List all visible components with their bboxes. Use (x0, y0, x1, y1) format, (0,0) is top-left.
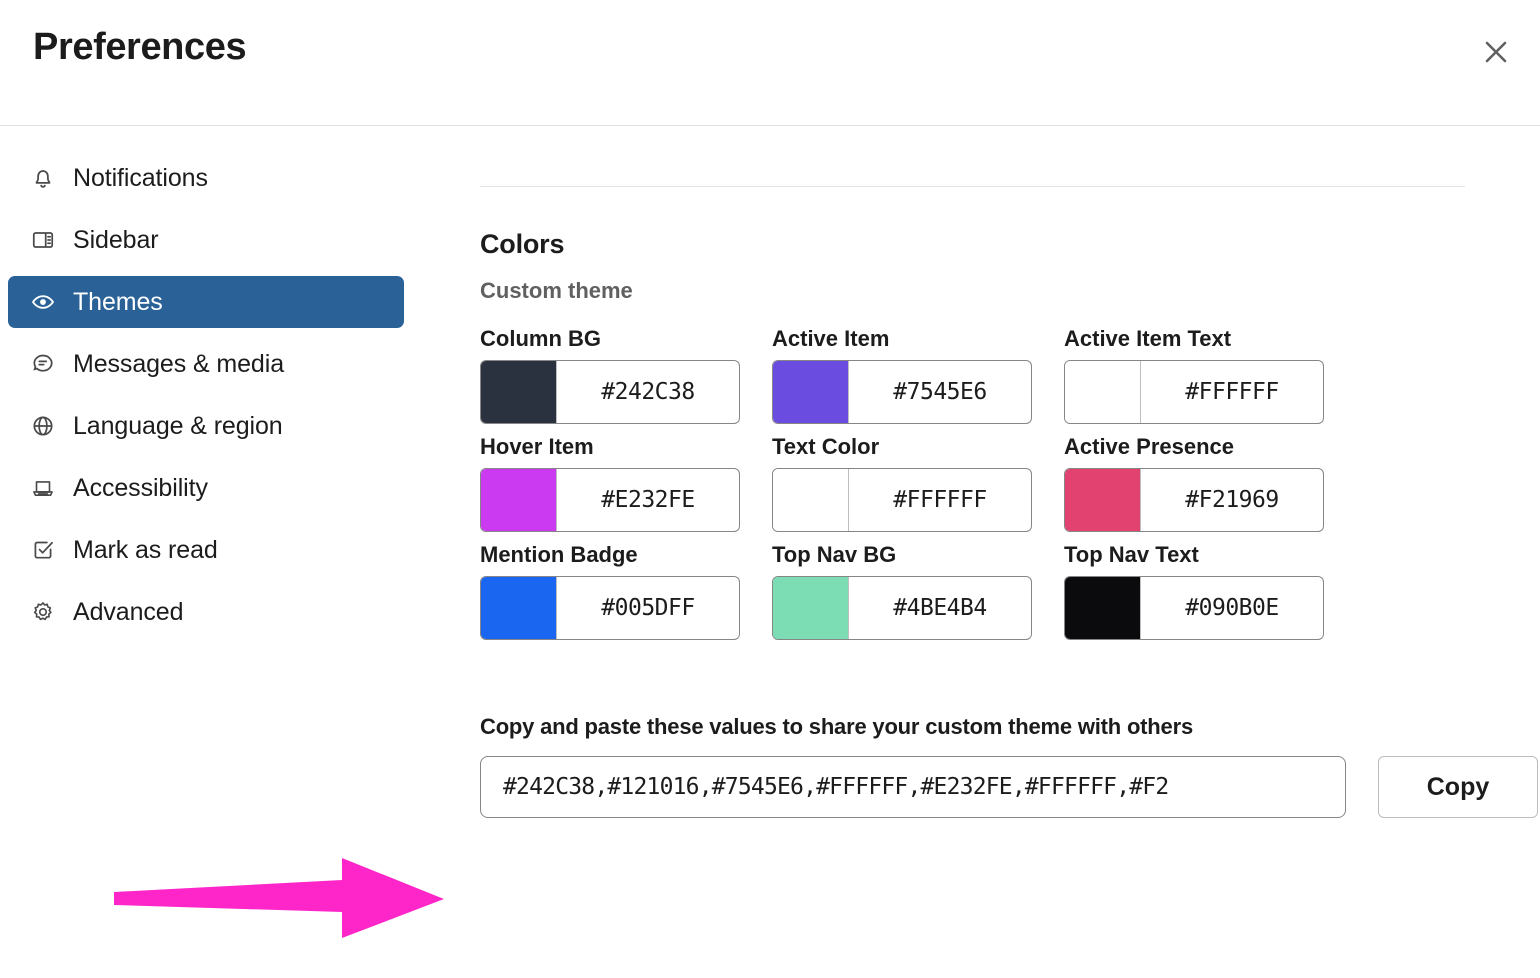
color-field-label: Hover Item (480, 434, 740, 460)
preferences-sidebar: Notifications Sidebar The (0, 126, 420, 978)
color-field-label: Active Presence (1064, 434, 1324, 460)
color-field-hover-item: Hover Item #E232FE (480, 434, 740, 532)
color-hex-value[interactable]: #242C38 (557, 361, 739, 423)
color-field-column-bg: Column BG #242C38 (480, 326, 740, 424)
color-fields-grid: Column BG #242C38 Active Item #7545E6 Ac… (480, 326, 1540, 640)
sidebar-item-sidebar[interactable]: Sidebar (8, 214, 404, 266)
page-title: Preferences (33, 26, 246, 69)
section-divider (480, 186, 1465, 187)
color-chip[interactable] (1065, 469, 1141, 531)
color-field-active-item: Active Item #7545E6 (772, 326, 1032, 424)
color-field-label: Mention Badge (480, 542, 740, 568)
color-field-label: Column BG (480, 326, 740, 352)
sidebar-item-notifications[interactable]: Notifications (8, 152, 404, 204)
copy-button[interactable]: Copy (1378, 756, 1538, 818)
sidebar-item-label: Accessibility (73, 474, 208, 503)
modal-body: Notifications Sidebar The (0, 126, 1540, 978)
sidebar-item-label: Advanced (73, 598, 183, 627)
color-hex-value[interactable]: #7545E6 (849, 361, 1031, 423)
color-hex-value[interactable]: #4BE4B4 (849, 577, 1031, 639)
color-swatch-input[interactable]: #242C38 (480, 360, 740, 424)
color-field-active-presence: Active Presence #F21969 (1064, 434, 1324, 532)
color-chip[interactable] (481, 361, 557, 423)
color-chip[interactable] (1065, 577, 1141, 639)
color-hex-value[interactable]: #005DFF (557, 577, 739, 639)
close-icon (1483, 39, 1509, 65)
sidebar-item-label: Language & region (73, 412, 283, 441)
color-chip[interactable] (481, 469, 557, 531)
color-chip[interactable] (773, 361, 849, 423)
sidebar-item-themes[interactable]: Themes (8, 276, 404, 328)
color-hex-value[interactable]: #090B0E (1141, 577, 1323, 639)
sidebar-item-label: Sidebar (73, 226, 158, 255)
color-swatch-input[interactable]: #005DFF (480, 576, 740, 640)
sidebar-item-advanced[interactable]: Advanced (8, 586, 404, 638)
color-swatch-input[interactable]: #7545E6 (772, 360, 1032, 424)
color-field-label: Active Item Text (1064, 326, 1324, 352)
modal-header: Preferences (0, 0, 1540, 126)
color-field-text-color: Text Color #FFFFFF (772, 434, 1032, 532)
message-icon (30, 351, 60, 377)
color-field-label: Text Color (772, 434, 1032, 460)
color-swatch-input[interactable]: #FFFFFF (1064, 360, 1324, 424)
color-field-top-nav-bg: Top Nav BG #4BE4B4 (772, 542, 1032, 640)
color-field-top-nav-text: Top Nav Text #090B0E (1064, 542, 1324, 640)
checkbox-icon (30, 537, 60, 563)
color-swatch-input[interactable]: #090B0E (1064, 576, 1324, 640)
themes-panel: Colors Custom theme Column BG #242C38 Ac… (420, 126, 1540, 978)
globe-icon (30, 413, 60, 439)
sidebar-item-accessibility[interactable]: Accessibility (8, 462, 404, 514)
gear-icon (30, 599, 60, 625)
color-hex-value[interactable]: #FFFFFF (849, 469, 1031, 531)
color-chip[interactable] (1065, 361, 1141, 423)
colors-heading: Colors (480, 229, 1540, 260)
laptop-icon (30, 475, 60, 501)
color-field-label: Top Nav Text (1064, 542, 1324, 568)
color-hex-value[interactable]: #E232FE (557, 469, 739, 531)
sidebar-item-messages-media[interactable]: Messages & media (8, 338, 404, 390)
share-theme-label: Copy and paste these values to share you… (480, 714, 1540, 740)
color-field-active-item-text: Active Item Text #FFFFFF (1064, 326, 1324, 424)
close-button[interactable] (1472, 28, 1520, 76)
sidebar-item-label: Messages & media (73, 350, 284, 379)
share-theme-row: Copy (480, 756, 1540, 818)
color-chip[interactable] (773, 577, 849, 639)
sidebar-item-label: Themes (73, 288, 163, 317)
color-swatch-input[interactable]: #F21969 (1064, 468, 1324, 532)
color-hex-value[interactable]: #FFFFFF (1141, 361, 1323, 423)
bell-icon (30, 165, 60, 191)
sidebar-item-language-region[interactable]: Language & region (8, 400, 404, 452)
theme-values-input[interactable] (480, 756, 1346, 818)
color-swatch-input[interactable]: #FFFFFF (772, 468, 1032, 532)
color-swatch-input[interactable]: #E232FE (480, 468, 740, 532)
sidebar-icon (30, 227, 60, 253)
color-field-mention-badge: Mention Badge #005DFF (480, 542, 740, 640)
color-chip[interactable] (481, 577, 557, 639)
custom-theme-label: Custom theme (480, 278, 1540, 304)
color-field-label: Active Item (772, 326, 1032, 352)
color-chip[interactable] (773, 469, 849, 531)
sidebar-item-mark-as-read[interactable]: Mark as read (8, 524, 404, 576)
sidebar-item-label: Mark as read (73, 536, 218, 565)
sidebar-item-label: Notifications (73, 164, 208, 193)
color-swatch-input[interactable]: #4BE4B4 (772, 576, 1032, 640)
color-hex-value[interactable]: #F21969 (1141, 469, 1323, 531)
color-field-label: Top Nav BG (772, 542, 1032, 568)
eye-icon (30, 289, 60, 315)
